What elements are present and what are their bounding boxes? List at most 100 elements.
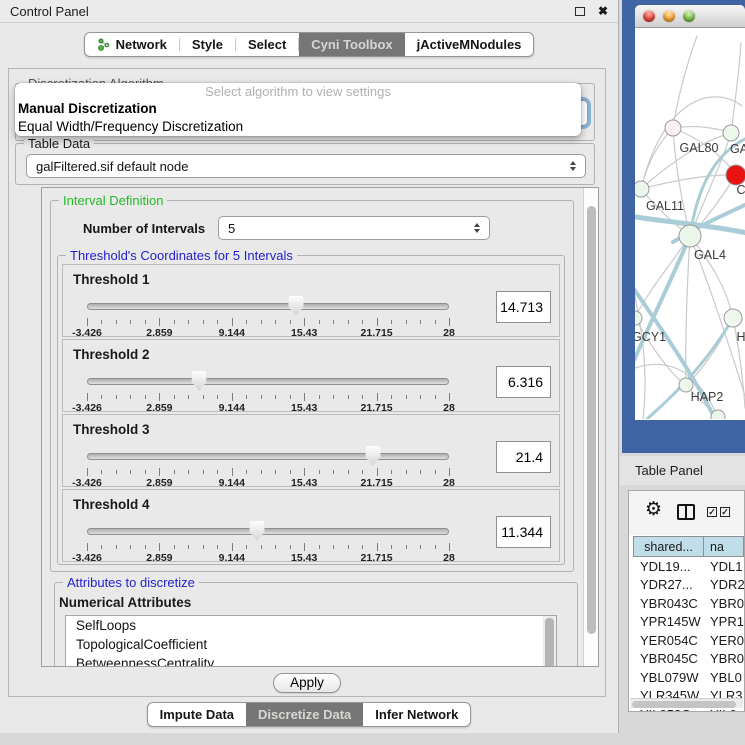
table-row[interactable]: YPR145WYPR1 (633, 613, 744, 632)
algorithm-option-equal-width[interactable]: Equal Width/Frequency Discretization (15, 118, 581, 136)
cell: YBR045C (633, 651, 704, 666)
cell: YDL19... (633, 559, 704, 574)
threshold-label: Threshold 1 (73, 272, 150, 287)
threshold-value-field[interactable] (496, 366, 551, 398)
slider-handle[interactable] (365, 446, 380, 466)
tab-label: Style (192, 37, 223, 52)
tab-jactivemnodules[interactable]: jActiveMNodules (405, 33, 534, 56)
slider-tick-labels: -3.4262.8599.14415.4321.71528 (87, 552, 449, 564)
group-title: Interval Definition (59, 193, 167, 208)
tab-impute-data[interactable]: Impute Data (148, 703, 246, 726)
top-tabstrip: Network Style Select Cyni Toolbox jActiv… (0, 32, 618, 57)
slider-handle[interactable] (250, 521, 265, 541)
interval-definition-group: Interval Definition Number of Intervals … (50, 200, 574, 572)
checkbox-icon[interactable]: ✓ (720, 507, 730, 517)
float-window-icon[interactable] (575, 7, 585, 16)
column-header-name[interactable]: na (704, 536, 744, 557)
tab-select[interactable]: Select (236, 33, 298, 56)
slider-ticks (87, 393, 449, 401)
network-node[interactable] (711, 410, 725, 419)
list-item[interactable]: BetweennessCentrality (66, 654, 556, 667)
table-row[interactable]: YDR27...YDR2 (633, 576, 744, 595)
node-label: GAL11 (646, 199, 684, 213)
list-item[interactable]: TopologicalCoefficient (66, 635, 556, 654)
gear-icon[interactable]: ⚙ (645, 500, 662, 519)
cell: YPR1 (704, 614, 744, 629)
network-node[interactable] (723, 125, 739, 141)
threshold-slider[interactable]: -3.4262.8599.14415.4321.71528 (87, 371, 449, 411)
settings-scroll-panel: Interval Definition Number of Intervals … (41, 187, 599, 667)
thresholds-group: Threshold's Coordinates for 5 Intervals … (57, 255, 565, 565)
table-row[interactable]: YER054CYER0 (633, 631, 744, 650)
tab-discretize-data[interactable]: Discretize Data (246, 703, 363, 726)
tab-network[interactable]: Network (85, 33, 179, 56)
network-canvas[interactable]: GAL80GACGAL11GAL4GCY1HHAP2 (635, 28, 745, 419)
list-item[interactable]: SelfLoops (66, 616, 556, 635)
column-view-icon[interactable] (677, 504, 695, 520)
cell: YBR0 (704, 651, 744, 666)
threshold-value-field[interactable] (496, 516, 551, 548)
node-label: GA (730, 142, 745, 156)
table-row[interactable]: YDL19...YDL1 (633, 557, 744, 576)
list-scrollbar[interactable] (543, 616, 556, 667)
number-of-intervals-combobox[interactable]: 5 (218, 216, 490, 240)
threshold-slider[interactable]: -3.4262.8599.14415.4321.71528 (87, 296, 449, 336)
network-node[interactable] (679, 225, 701, 247)
table-panel-title: Table Panel (635, 463, 703, 478)
threshold-slider[interactable]: -3.4262.8599.14415.4321.71528 (87, 521, 449, 561)
tab-infer-network[interactable]: Infer Network (363, 703, 470, 726)
slider-track[interactable] (87, 303, 449, 310)
numerical-attributes-list[interactable]: SelfLoops TopologicalCoefficient Between… (65, 615, 557, 667)
slider-track[interactable] (87, 528, 449, 535)
slider-track[interactable] (87, 453, 449, 460)
table-row[interactable]: YBL079WYBL0 (633, 668, 744, 687)
threshold-panel-3: Threshold 3 -3.4262.8599.14415.4321.7152… (62, 414, 560, 487)
threshold-value-field[interactable] (496, 441, 551, 473)
threshold-panel-2: Threshold 2 -3.4262.8599.14415.4321.7152… (62, 339, 560, 412)
slider-ticks (87, 543, 449, 551)
tab-label: Select (248, 37, 286, 52)
node-label: GAL80 (680, 141, 719, 155)
network-node[interactable] (635, 311, 642, 325)
table-horizontal-scrollbar[interactable] (630, 698, 743, 708)
table-row[interactable]: YBR045CYBR0 (633, 650, 744, 669)
table-row[interactable]: YBR043CYBR0 (633, 594, 744, 613)
cell: YDR27... (633, 577, 704, 592)
column-header-shared-name[interactable]: shared... (633, 536, 704, 557)
bottom-tabstrip: Impute Data Discretize Data Infer Networ… (0, 702, 618, 727)
checkbox-icon[interactable]: ✓ (707, 507, 717, 517)
table-data-combobox[interactable]: galFiltered.sif default node (26, 154, 586, 178)
slider-handle[interactable] (192, 371, 207, 391)
network-node[interactable] (724, 309, 742, 327)
tab-cyni-toolbox[interactable]: Cyni Toolbox (299, 33, 404, 56)
combo-arrows-icon (474, 223, 480, 233)
algorithm-option-manual[interactable]: Manual Discretization (15, 100, 581, 118)
apply-button[interactable]: Apply (273, 673, 341, 693)
table-toolbar: ⚙ ✓ ✓ (629, 491, 744, 535)
attributes-group: Attributes to discretize Numerical Attri… (54, 582, 578, 667)
network-window[interactable]: GAL80GACGAL11GAL4GCY1HHAP2 (635, 5, 745, 420)
table-data-value: galFiltered.sif default node (36, 159, 188, 174)
tab-style[interactable]: Style (180, 33, 235, 56)
slider-handle[interactable] (288, 296, 303, 316)
minimize-traffic-light-icon[interactable] (663, 10, 675, 22)
zoom-traffic-light-icon[interactable] (683, 10, 695, 22)
network-node[interactable] (726, 165, 745, 185)
slider-ticks (87, 468, 449, 476)
cell: YDL1 (704, 559, 744, 574)
node-label: GAL4 (694, 248, 726, 262)
threshold-slider[interactable]: -3.4262.8599.14415.4321.71528 (87, 446, 449, 486)
close-traffic-light-icon[interactable] (643, 10, 655, 22)
slider-track[interactable] (87, 378, 449, 385)
tab-label: Network (116, 37, 167, 52)
cell: YER054C (633, 633, 704, 648)
tab-label: Discretize Data (258, 707, 351, 722)
cell: YER0 (704, 633, 744, 648)
panel-scrollbar[interactable] (583, 188, 598, 666)
threshold-panel-4: Threshold 4 -3.4262.8599.14415.4321.7152… (62, 489, 560, 562)
network-node[interactable] (635, 181, 649, 197)
threshold-value-field[interactable] (496, 291, 551, 323)
network-node[interactable] (665, 120, 681, 136)
close-icon[interactable]: ✖ (598, 5, 608, 17)
node-label: C (736, 183, 745, 197)
